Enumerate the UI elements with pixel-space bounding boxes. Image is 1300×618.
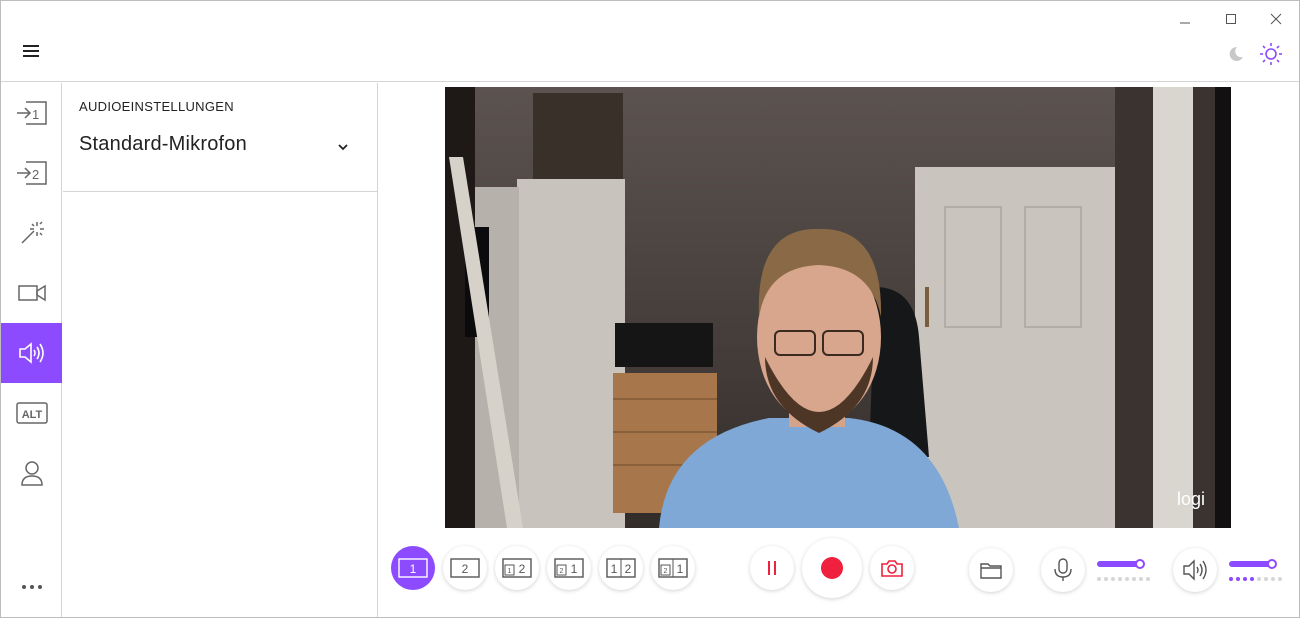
divider bbox=[63, 191, 377, 192]
settings-panel: AUDIOEINSTELLUNGEN Standard-Mikrofon bbox=[63, 83, 378, 617]
hamburger-icon[interactable] bbox=[23, 45, 41, 59]
pause-icon bbox=[768, 561, 776, 575]
microphone-dropdown-value: Standard-Mikrofon bbox=[79, 133, 247, 155]
speaker-icon bbox=[18, 342, 44, 364]
svg-text:1: 1 bbox=[508, 568, 512, 575]
meter-dot bbox=[1097, 577, 1101, 581]
svg-text:2: 2 bbox=[625, 562, 632, 576]
sidebar-item-camera[interactable] bbox=[1, 263, 62, 323]
camera-preview: logi bbox=[445, 87, 1231, 528]
sidebar-item-audio[interactable] bbox=[1, 323, 62, 383]
meter-dot bbox=[1257, 577, 1261, 581]
alt-icon: ALT bbox=[15, 402, 48, 424]
meter-dot bbox=[1118, 577, 1122, 581]
svg-text:2: 2 bbox=[560, 568, 564, 575]
folder-button[interactable] bbox=[969, 548, 1013, 592]
speaker-level-meter bbox=[1229, 577, 1282, 581]
microphone-button[interactable] bbox=[1041, 548, 1085, 592]
chevron-down-icon bbox=[337, 139, 349, 157]
svg-text:2: 2 bbox=[664, 568, 668, 575]
mic-level-meter bbox=[1097, 577, 1150, 581]
meter-dot bbox=[1229, 577, 1233, 581]
svg-text:1: 1 bbox=[32, 107, 39, 122]
panel-title: AUDIOEINSTELLUNGEN bbox=[79, 99, 234, 114]
svg-text:2: 2 bbox=[32, 167, 39, 182]
microphone-dropdown[interactable]: Standard-Mikrofon bbox=[79, 133, 349, 165]
pause-button[interactable] bbox=[750, 546, 794, 590]
layout-single-1-button[interactable]: 1 bbox=[391, 546, 435, 590]
snapshot-button[interactable] bbox=[870, 546, 914, 590]
sidebar-item-effects[interactable] bbox=[1, 203, 62, 263]
sidebar: 1 2 ALT bbox=[1, 83, 62, 617]
maximize-icon[interactable] bbox=[1219, 9, 1243, 29]
speaker-button[interactable] bbox=[1173, 548, 1217, 592]
minimize-icon[interactable] bbox=[1173, 9, 1197, 29]
meter-dot bbox=[1278, 577, 1282, 581]
logi-watermark: logi bbox=[1177, 489, 1205, 509]
title-bar bbox=[1, 1, 1299, 82]
svg-text:1: 1 bbox=[611, 562, 618, 576]
sidebar-item-alt[interactable]: ALT bbox=[1, 383, 62, 443]
speaker-icon bbox=[1183, 559, 1207, 581]
meter-dot bbox=[1146, 577, 1150, 581]
layout-single-2-button[interactable]: 2 bbox=[443, 546, 487, 590]
camera-snapshot-icon bbox=[881, 560, 903, 577]
more-icon[interactable] bbox=[1, 569, 62, 605]
app-window: 1 2 ALT AUDIOEINSTELLUNGEN Standard-Mikr… bbox=[0, 0, 1300, 618]
mic-volume-slider[interactable] bbox=[1097, 557, 1150, 587]
svg-text:1: 1 bbox=[410, 562, 417, 576]
meter-dot bbox=[1111, 577, 1115, 581]
layout-pip-1-2-button[interactable]: 1 2 bbox=[495, 546, 539, 590]
speaker-volume-thumb[interactable] bbox=[1267, 559, 1277, 569]
magic-wand-icon bbox=[20, 221, 44, 244]
user-icon bbox=[20, 461, 43, 486]
meter-dot bbox=[1132, 577, 1136, 581]
svg-text:2: 2 bbox=[462, 562, 469, 576]
sidebar-item-source-2[interactable]: 2 bbox=[1, 143, 62, 203]
microphone-icon bbox=[1054, 558, 1072, 581]
layout-split-1-2-button[interactable]: 1 2 bbox=[599, 546, 643, 590]
svg-text:1: 1 bbox=[677, 562, 684, 576]
sun-icon[interactable] bbox=[1258, 41, 1284, 67]
record-icon bbox=[821, 557, 843, 579]
folder-icon bbox=[980, 563, 1002, 579]
source-2-icon: 2 bbox=[16, 161, 47, 185]
sidebar-item-source-1[interactable]: 1 bbox=[1, 83, 62, 143]
meter-dot bbox=[1264, 577, 1268, 581]
sidebar-item-account[interactable] bbox=[1, 443, 62, 503]
meter-dot bbox=[1139, 577, 1143, 581]
meter-dot bbox=[1271, 577, 1275, 581]
moon-icon[interactable] bbox=[1222, 41, 1248, 67]
record-button[interactable] bbox=[802, 538, 862, 598]
camera-icon bbox=[17, 284, 46, 302]
meter-dot bbox=[1250, 577, 1254, 581]
meter-dot bbox=[1104, 577, 1108, 581]
layout-pip-2-1-button[interactable]: 2 1 bbox=[547, 546, 591, 590]
close-icon[interactable] bbox=[1264, 9, 1288, 29]
meter-dot bbox=[1236, 577, 1240, 581]
layout-split-2-1-button[interactable]: 2 1 bbox=[651, 546, 695, 590]
svg-text:2: 2 bbox=[519, 562, 526, 576]
source-1-icon: 1 bbox=[16, 101, 47, 125]
meter-dot bbox=[1125, 577, 1129, 581]
svg-text:1: 1 bbox=[571, 562, 578, 576]
speaker-volume-slider[interactable] bbox=[1229, 557, 1282, 587]
meter-dot bbox=[1243, 577, 1247, 581]
svg-text:ALT: ALT bbox=[21, 409, 42, 421]
mic-volume-thumb[interactable] bbox=[1135, 559, 1145, 569]
